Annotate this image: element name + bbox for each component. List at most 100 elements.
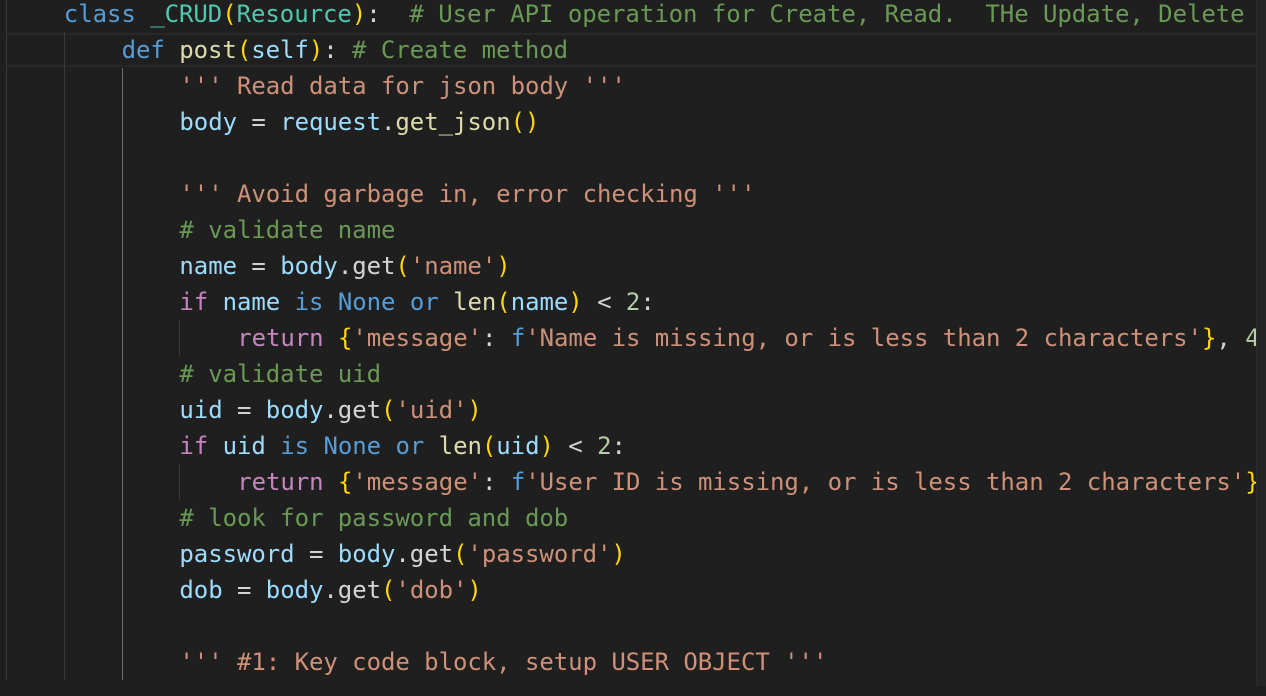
indent-guide xyxy=(63,212,65,248)
code-line[interactable]: if name is None or len(name) < 2: xyxy=(0,284,1257,320)
indent-guide xyxy=(6,644,7,680)
indent-guide xyxy=(6,572,7,608)
code-token: : xyxy=(640,288,655,316)
code-token: { xyxy=(338,468,353,496)
indent-guide xyxy=(63,536,65,572)
indent-guide xyxy=(6,68,7,104)
code-line[interactable]: ''' Read data for json body ''' xyxy=(0,68,1257,104)
code-token: # validate name xyxy=(179,216,396,244)
code-text: body = request.get_json() xyxy=(179,104,539,140)
code-token: < xyxy=(582,288,626,316)
code-line[interactable]: body = request.get_json() xyxy=(0,104,1257,140)
code-token: len xyxy=(453,288,497,316)
code-token: } xyxy=(1201,324,1217,352)
indent-guide xyxy=(6,176,7,212)
code-text: ''' #1: Key code block, setup USER OBJEC… xyxy=(179,644,827,680)
code-line[interactable]: # look for password and dob xyxy=(0,500,1257,536)
indent-guide xyxy=(6,536,7,572)
code-token: < xyxy=(553,432,598,460)
code-token: request xyxy=(280,108,381,136)
code-line[interactable] xyxy=(0,608,1257,644)
code-line[interactable]: ''' Avoid garbage in, error checking ''' xyxy=(0,176,1257,212)
code-line[interactable]: return {'message': f'User ID is missing,… xyxy=(0,464,1266,500)
code-token: ) xyxy=(467,396,482,424)
code-line[interactable]: name = body.get('name') xyxy=(0,248,1257,284)
code-token: ( xyxy=(236,36,252,64)
code-token: body xyxy=(265,576,324,604)
code-token: ( xyxy=(381,396,396,424)
code-token: return xyxy=(237,324,324,352)
code-line[interactable]: def post(self): # Create method xyxy=(0,32,1257,68)
indent-guide xyxy=(63,176,65,212)
code-token: body xyxy=(280,252,338,280)
code-token: .get xyxy=(323,396,382,424)
code-line[interactable]: dob = body.get('dob') xyxy=(0,572,1257,608)
indent-guide xyxy=(6,248,7,284)
code-token: 'message' xyxy=(352,468,482,496)
indent-guide xyxy=(121,356,123,392)
indent-guide xyxy=(63,356,65,392)
code-token: # validate uid xyxy=(179,360,381,388)
code-token: name xyxy=(510,288,569,316)
code-line[interactable]: # validate uid xyxy=(0,356,1257,392)
code-editor[interactable]: class _CRUD(Resource): # User API operat… xyxy=(0,0,1266,696)
code-token: get_json xyxy=(395,108,511,136)
indent-guide xyxy=(63,284,65,320)
code-text: ''' Avoid garbage in, error checking ''' xyxy=(179,176,755,212)
code-token: uid xyxy=(222,432,266,460)
code-token: def xyxy=(121,36,165,64)
code-token: : xyxy=(482,468,511,496)
code-line[interactable]: ''' #1: Key code block, setup USER OBJEC… xyxy=(0,644,1257,680)
indent-guide xyxy=(6,356,7,392)
code-line[interactable] xyxy=(0,140,1257,176)
indent-guide xyxy=(63,68,65,104)
indent-guide xyxy=(63,608,65,644)
code-token: uid xyxy=(179,396,223,424)
indent-guide xyxy=(6,500,7,536)
code-token: : xyxy=(611,432,626,460)
code-line[interactable]: return {'message': f'Name is missing, or… xyxy=(0,320,1266,356)
indent-guide xyxy=(63,140,65,176)
code-token: f xyxy=(510,324,526,352)
indent-guide xyxy=(121,608,123,644)
code-text: if name is None or len(name) < 2: xyxy=(179,284,654,320)
code-text: if uid is None or len(uid) < 2: xyxy=(179,428,626,464)
code-token: f xyxy=(510,468,526,496)
code-text: dob = body.get('dob') xyxy=(179,572,481,608)
code-token: ( xyxy=(496,288,511,316)
code-token: len xyxy=(438,432,482,460)
code-line[interactable]: uid = body.get('uid') xyxy=(0,392,1257,428)
indent-guide xyxy=(63,464,65,500)
code-token: 2 xyxy=(625,288,641,316)
code-token: 'uid' xyxy=(395,396,468,424)
code-token: ) xyxy=(308,36,324,64)
indent-guide xyxy=(6,608,7,644)
code-token: ( xyxy=(481,432,497,460)
code-token: None xyxy=(323,432,382,460)
code-token: class xyxy=(63,0,136,28)
code-line[interactable]: password = body.get('password') xyxy=(0,536,1257,572)
code-line[interactable]: class _CRUD(Resource): # User API operat… xyxy=(0,0,1266,32)
code-line[interactable]: # validate name xyxy=(0,212,1257,248)
indent-guide xyxy=(6,212,7,248)
code-token: : xyxy=(482,324,511,352)
vertical-scrollbar[interactable] xyxy=(1256,0,1266,686)
code-text: name = body.get('name') xyxy=(179,248,510,284)
code-line[interactable]: if uid is None or len(uid) < 2: xyxy=(0,428,1257,464)
indent-guide xyxy=(121,140,123,176)
indent-guide xyxy=(121,644,123,680)
code-token: ''' #1: Key code block, setup USER OBJEC… xyxy=(179,648,828,676)
code-text: # validate name xyxy=(179,212,395,248)
code-token: ''' Read data for json body ''' xyxy=(179,72,626,100)
code-token: or xyxy=(395,432,425,460)
code-token: : xyxy=(323,36,338,64)
code-token: password xyxy=(179,540,295,568)
code-text: uid = body.get('uid') xyxy=(179,392,481,428)
code-token: 2 xyxy=(597,432,612,460)
code-token: # Create method xyxy=(337,36,569,64)
